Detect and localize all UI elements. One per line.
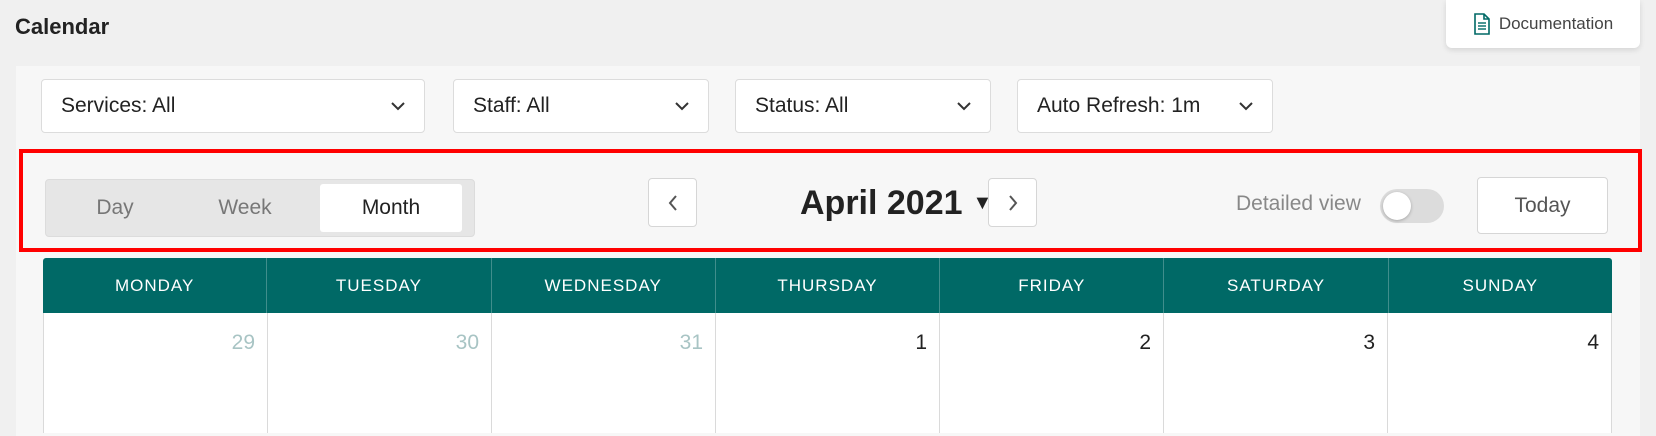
day-cell[interactable]: 4 [1388,313,1612,433]
view-day-button[interactable]: Day [50,184,180,232]
view-week-button[interactable]: Week [180,184,310,232]
weekday-header: MONDAY TUESDAY WEDNESDAY THURSDAY FRIDAY… [43,258,1612,313]
day-cell[interactable]: 1 [716,313,940,433]
day-cell[interactable]: 30 [268,313,492,433]
chevron-down-icon [391,102,405,111]
services-filter-label: Services: All [61,94,176,117]
day-number: 4 [1587,331,1599,354]
detailed-view-label: Detailed view [1236,192,1361,215]
chevron-left-icon [668,194,677,211]
view-switch: Day Week Month [45,179,475,237]
status-filter-label: Status: All [755,94,849,117]
month-grid: MONDAY TUESDAY WEDNESDAY THURSDAY FRIDAY… [43,258,1612,433]
week-row: 29 30 31 1 2 3 4 [43,313,1612,433]
weekday-wednesday: WEDNESDAY [492,258,716,313]
next-month-button[interactable] [988,178,1037,227]
chevron-down-icon [675,102,689,111]
day-number: 30 [455,331,479,354]
day-cell[interactable]: 3 [1164,313,1388,433]
weekday-sunday: SUNDAY [1462,275,1539,295]
previous-month-button[interactable] [648,178,697,227]
day-cell[interactable]: 29 [43,313,268,433]
weekday-tuesday: TUESDAY [267,258,492,313]
month-label: April 2021 [800,183,963,222]
chevron-right-icon [1008,194,1017,211]
day-number: 2 [1139,331,1151,354]
weekday-friday: FRIDAY [940,258,1165,313]
staff-filter[interactable]: Staff: All [453,79,709,133]
today-button[interactable]: Today [1477,177,1608,234]
day-cell[interactable]: 31 [492,313,716,433]
document-icon [1474,13,1490,35]
documentation-label: Documentation [1498,14,1614,33]
chevron-down-icon [1239,102,1253,111]
documentation-button[interactable]: Documentation [1446,0,1640,48]
page-title: Calendar [15,14,110,39]
staff-filter-label: Staff: All [473,94,550,117]
day-cell[interactable]: 2 [940,313,1164,433]
weekday-saturday: SATURDAY [1164,258,1389,313]
toggle-knob [1383,192,1411,220]
view-month-button[interactable]: Month [320,184,462,232]
auto-refresh-filter-label: Auto Refresh: 1m [1037,94,1201,117]
weekday-monday: MONDAY [43,258,268,313]
day-number: 1 [915,331,927,354]
day-number: 31 [679,331,703,354]
detailed-view-toggle[interactable] [1380,189,1444,223]
day-number: 3 [1363,331,1375,354]
weekday-thursday: THURSDAY [716,258,941,313]
day-number: 29 [231,331,255,354]
services-filter[interactable]: Services: All [41,79,425,133]
chevron-down-icon [957,102,971,111]
auto-refresh-filter[interactable]: Auto Refresh: 1m [1017,79,1273,133]
month-picker[interactable]: April 2021 ▼ [800,183,992,223]
status-filter[interactable]: Status: All [735,79,991,133]
